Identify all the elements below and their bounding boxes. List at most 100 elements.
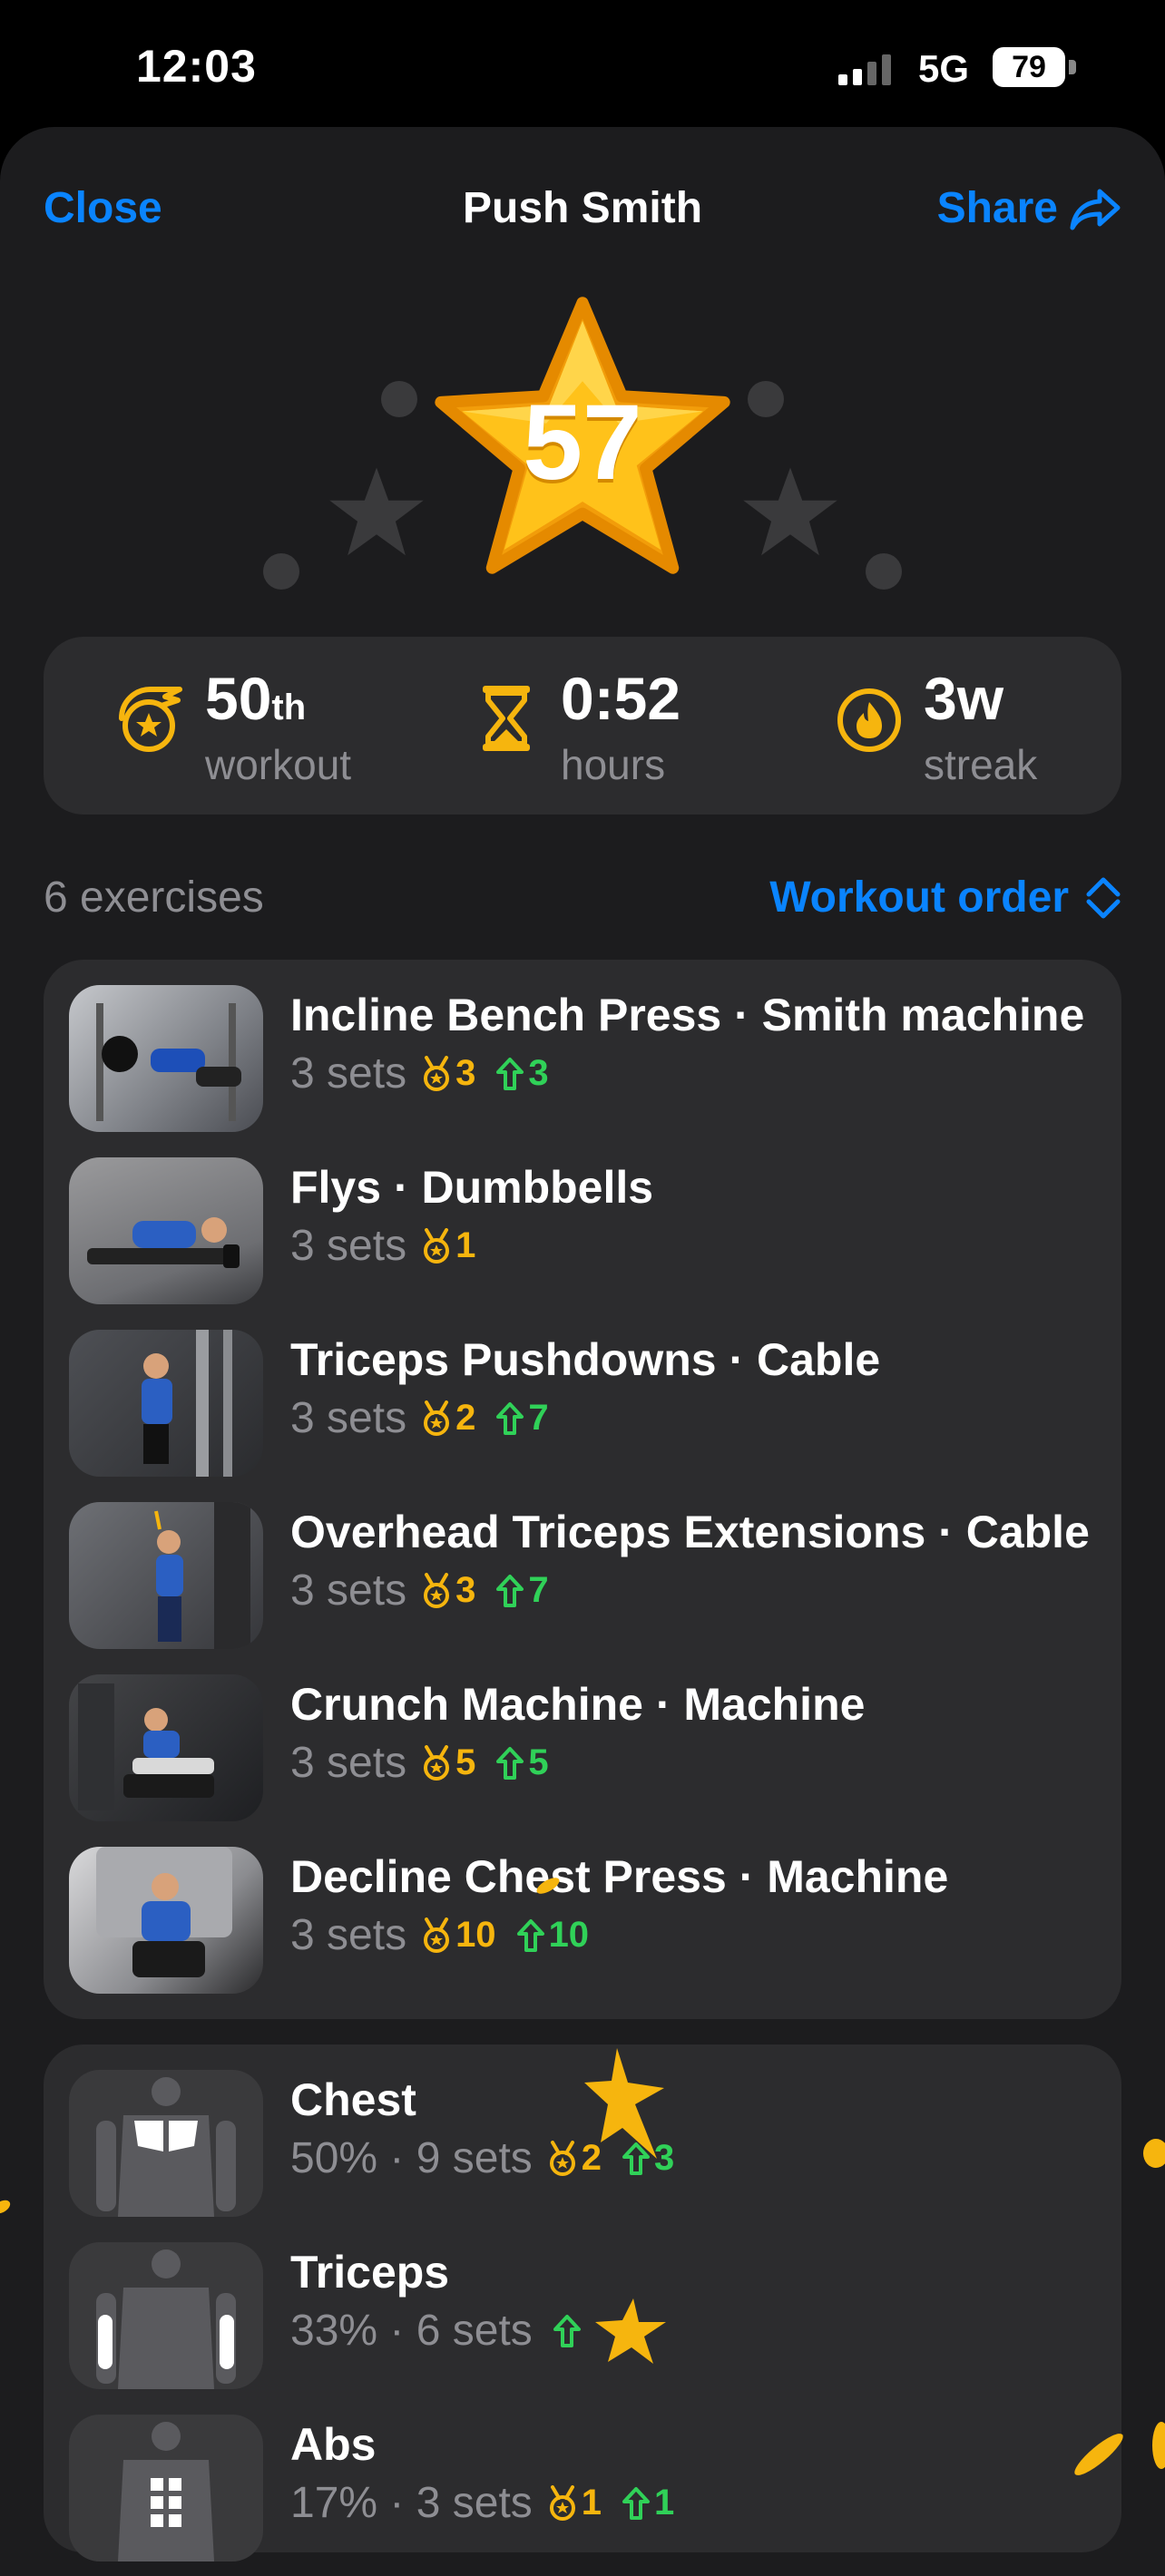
arrow-up-icon <box>496 1057 524 1090</box>
flame-icon <box>837 688 901 752</box>
exercise-name: Incline Bench Press · Smith machine <box>290 990 1085 1040</box>
pr-badge: 5 <box>421 1742 475 1783</box>
muscle-share: 33% · 6 sets <box>290 2307 533 2355</box>
exercise-sets: 3 sets <box>290 1911 407 1959</box>
medal-icon <box>424 1572 450 1608</box>
exercise-sets: 3 sets <box>290 1222 407 1270</box>
workout-order-button[interactable]: Workout order <box>769 873 1121 922</box>
improvement-badge: 7 <box>495 1398 549 1439</box>
pr-count: 3 <box>455 1570 476 1610</box>
exercise-meta: 3 sets 5 5 <box>290 1738 549 1788</box>
exercise-row[interactable]: Flys · Dumbbells 3 sets 1 <box>69 1157 1103 1304</box>
ordinal-suffix: th <box>271 688 307 727</box>
network-label: 5G <box>918 47 970 90</box>
medal-icon <box>424 1917 450 1953</box>
pr-badge: 1 <box>547 2483 602 2523</box>
improvement-count: 7 <box>528 1570 549 1610</box>
muscle-name: Abs <box>290 2419 377 2470</box>
arrow-up-icon <box>496 1746 524 1780</box>
workout-order-label: Workout order <box>769 873 1069 922</box>
improvement-count: 3 <box>528 1053 549 1093</box>
muscle-share: 50% · 9 sets <box>290 2134 533 2182</box>
muscle-row[interactable]: Triceps 33% · 6 sets <box>69 2242 1103 2389</box>
hourglass-icon <box>483 686 530 751</box>
shooting-star-icon <box>119 687 182 752</box>
pr-badge: 3 <box>421 1570 475 1611</box>
exercise-thumbnail <box>69 1502 263 1649</box>
muscle-diagram <box>69 2415 263 2561</box>
exercise-meta: 3 sets 10 10 <box>290 1910 589 1960</box>
improvement-badge: 10 <box>516 1915 590 1956</box>
share-button[interactable]: Share <box>937 183 1121 233</box>
exercise-meta: 3 sets 3 7 <box>290 1566 549 1615</box>
exercise-thumbnail <box>69 1157 263 1304</box>
decor-dot <box>866 553 902 590</box>
confetti-star-icon <box>584 2048 664 2159</box>
improvement-count: 5 <box>528 1742 549 1782</box>
score-value: 57 <box>523 383 642 503</box>
decor-dot <box>748 381 784 417</box>
exercise-name: Flys · Dumbbells <box>290 1162 654 1213</box>
improvement-count: 1 <box>654 2483 675 2522</box>
exercise-row[interactable]: Crunch Machine · Machine 3 sets 5 5 <box>69 1674 1103 1821</box>
stat-label: workout <box>205 741 352 788</box>
exercise-meta: 3 sets 1 <box>290 1221 475 1271</box>
improvement-count: 10 <box>548 1915 590 1955</box>
decor-star-icon <box>329 467 424 556</box>
exercise-name: Crunch Machine · Machine <box>290 1679 866 1730</box>
arrow-up-icon <box>622 2486 651 2520</box>
exercise-row[interactable]: Overhead Triceps Extensions · Cable 3 se… <box>69 1502 1103 1649</box>
status-bar: 12:03 5G 79 <box>0 0 1165 136</box>
exercise-thumbnail <box>69 1674 263 1821</box>
muscle-diagram <box>69 2242 263 2389</box>
exercise-row[interactable]: Decline Chest Press · Machine 3 sets 10 … <box>69 1847 1103 1994</box>
medal-icon <box>424 1055 450 1091</box>
arrow-up-icon <box>516 1918 544 1952</box>
decor-dot <box>381 381 417 417</box>
exercise-meta: 3 sets 2 7 <box>290 1393 549 1443</box>
score-hero: 57 <box>0 290 1165 635</box>
signal-icon <box>838 54 891 85</box>
improvement-badge <box>553 2314 585 2348</box>
exercise-name: Overhead Triceps Extensions · Cable <box>290 1507 1090 1557</box>
sort-icon <box>1086 877 1121 918</box>
exercise-name: Triceps Pushdowns · Cable <box>290 1334 881 1385</box>
stats-card: 50th workout 0:52 hours 3w streak <box>44 637 1121 815</box>
muscle-name: Chest <box>290 2074 416 2125</box>
exercise-row[interactable]: Incline Bench Press · Smith machine 3 se… <box>69 985 1103 1132</box>
muscle-meta: 33% · 6 sets <box>290 2306 585 2356</box>
confetti-star-icon <box>595 2298 666 2364</box>
muscle-meta: 17% · 3 sets 1 1 <box>290 2478 674 2528</box>
stat-label: hours <box>561 741 666 788</box>
muscle-diagram <box>69 2070 263 2217</box>
improvement-count: 7 <box>528 1398 549 1438</box>
confetti-piece <box>1152 2422 1165 2469</box>
exercise-count: 6 exercises <box>44 873 264 922</box>
improvement-badge: 7 <box>495 1570 549 1611</box>
pr-badge: 10 <box>421 1915 496 1956</box>
medal-icon <box>549 2140 575 2176</box>
pr-count: 1 <box>455 1225 476 1265</box>
improvement-badge: 1 <box>622 2483 674 2523</box>
exercise-thumbnail <box>69 1847 263 1994</box>
exercise-sets: 3 sets <box>290 1739 407 1787</box>
pr-count: 1 <box>581 2483 602 2522</box>
decor-dot <box>263 553 299 590</box>
muscle-share: 17% · 3 sets <box>290 2479 533 2527</box>
battery-tip <box>1069 60 1076 74</box>
medal-icon <box>549 2484 575 2521</box>
exercise-row[interactable]: Triceps Pushdowns · Cable 3 sets 2 7 <box>69 1330 1103 1477</box>
confetti-piece <box>1143 2139 1165 2168</box>
pr-badge: 1 <box>421 1225 475 1266</box>
medal-icon <box>424 1400 450 1436</box>
confetti-piece <box>0 2200 11 2214</box>
share-label: Share <box>936 184 1058 232</box>
muscle-row[interactable]: Abs 17% · 3 sets 1 1 <box>69 2415 1103 2561</box>
pr-badge: 3 <box>421 1053 475 1094</box>
battery-level: 79 <box>993 47 1065 87</box>
exercise-sets: 3 sets <box>290 1566 407 1615</box>
arrow-up-icon <box>496 1574 524 1607</box>
stat-label: streak <box>924 741 1038 788</box>
status-time: 12:03 <box>136 41 257 92</box>
stat-value: 50th <box>205 664 306 733</box>
